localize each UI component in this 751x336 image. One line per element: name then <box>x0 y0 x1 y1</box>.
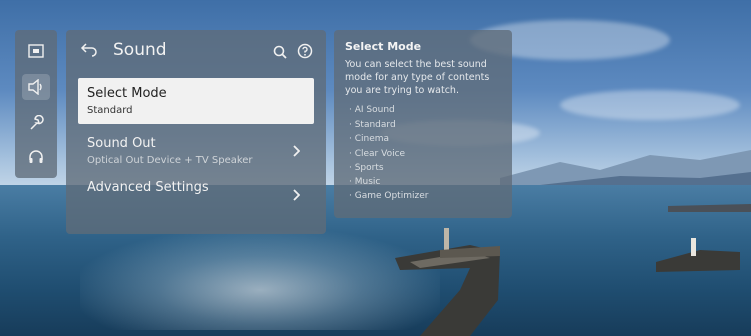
mode-option: · AI Sound <box>349 105 395 115</box>
menu-item-label: Advanced Settings <box>87 180 209 195</box>
help-info-panel: Select Mode You can select the best soun… <box>334 30 512 218</box>
sound-menu-panel: Sound Select Mode Standard Sound Out Opt… <box>66 30 326 234</box>
menu-item-sound-out[interactable]: Sound Out Optical Out Device + TV Speake… <box>78 128 314 174</box>
info-title: Select Mode <box>345 40 422 53</box>
chevron-right-icon <box>292 186 301 201</box>
speaker-icon[interactable] <box>22 74 50 100</box>
mode-option: · Clear Voice <box>349 149 406 159</box>
search-icon[interactable] <box>273 44 287 59</box>
menu-item-label: Sound Out <box>87 136 156 151</box>
menu-item-select-mode[interactable]: Select Mode Standard <box>78 78 314 124</box>
mode-option: · Sports <box>349 163 384 173</box>
picture-icon[interactable] <box>22 38 50 64</box>
headset-icon[interactable] <box>22 144 50 170</box>
category-sidebar <box>15 30 57 178</box>
mode-option: · Cinema <box>349 134 390 144</box>
menu-item-advanced-settings[interactable]: Advanced Settings <box>78 172 314 218</box>
back-icon[interactable] <box>80 40 98 58</box>
page-title: Sound <box>113 40 167 60</box>
mode-option: · Standard <box>349 120 396 130</box>
menu-item-label: Select Mode <box>87 86 167 101</box>
wrench-icon[interactable] <box>22 110 50 136</box>
menu-item-value: Standard <box>87 105 133 116</box>
menu-item-value: Optical Out Device + TV Speaker <box>87 155 253 166</box>
info-description: You can select the best sound mode for a… <box>345 59 490 96</box>
chevron-right-icon <box>292 142 301 157</box>
mode-option: · Music <box>349 177 381 187</box>
help-icon[interactable] <box>297 43 313 59</box>
mode-option: · Game Optimizer <box>349 191 429 201</box>
